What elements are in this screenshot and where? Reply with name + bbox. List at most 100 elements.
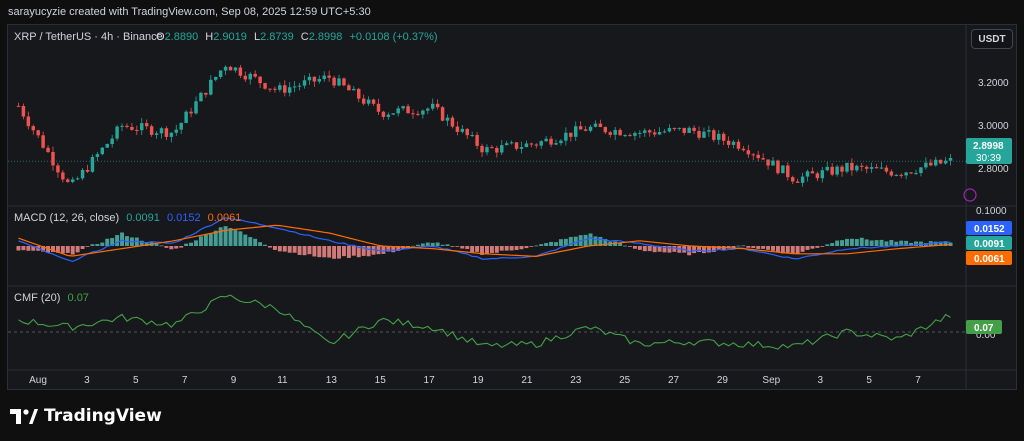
time-axis-label: Aug bbox=[29, 375, 47, 386]
macd-histogram-bar bbox=[509, 246, 514, 251]
macd-histogram-bar bbox=[489, 246, 494, 253]
candle-body bbox=[253, 73, 257, 77]
macd-histogram-bar bbox=[21, 246, 26, 251]
candle-body bbox=[312, 76, 317, 82]
macd-histogram-bar bbox=[484, 246, 489, 255]
candle-body bbox=[332, 77, 336, 86]
candle-body bbox=[440, 107, 445, 121]
candle-body bbox=[608, 132, 612, 135]
macd-histogram-bar bbox=[351, 246, 356, 256]
candle-body bbox=[292, 86, 297, 88]
macd-histogram-bar bbox=[317, 246, 322, 258]
time-axis[interactable]: Aug 3 5 7 9 11 13 15 17 19 21 23 25 27 29 Sep 3 5 7 bbox=[29, 375, 921, 386]
macd-histogram-bar bbox=[529, 246, 534, 247]
macd-histogram-bar bbox=[499, 246, 504, 251]
macd-histogram-bar bbox=[623, 245, 628, 247]
candle-body bbox=[524, 143, 529, 148]
macd-histogram-bar bbox=[16, 246, 21, 251]
candle-body bbox=[766, 159, 770, 166]
candle-body bbox=[475, 135, 479, 146]
candle-body bbox=[924, 162, 928, 168]
candle-body bbox=[721, 133, 726, 141]
candle-body bbox=[613, 129, 617, 135]
macd-histogram-bar bbox=[652, 246, 657, 253]
candle-body bbox=[238, 67, 243, 76]
candle-body bbox=[598, 123, 603, 128]
candle-body bbox=[549, 138, 553, 145]
currency-button[interactable]: USDT bbox=[971, 29, 1013, 49]
candle-body bbox=[85, 169, 90, 172]
macd-histogram-bar bbox=[849, 238, 854, 246]
candle-body bbox=[322, 75, 326, 80]
candle-body bbox=[588, 126, 593, 131]
macd-histogram-bar bbox=[70, 246, 75, 255]
candle-body bbox=[421, 110, 425, 115]
candle-body bbox=[800, 176, 805, 183]
candle-body bbox=[529, 143, 534, 145]
candle-body bbox=[504, 143, 509, 146]
candle-body bbox=[534, 144, 539, 146]
candle-body bbox=[500, 145, 504, 153]
macd-histogram-bar bbox=[445, 244, 450, 246]
candle-body bbox=[633, 132, 637, 136]
candle-body bbox=[411, 113, 415, 115]
candle-body bbox=[357, 88, 361, 99]
candle-body bbox=[140, 123, 144, 131]
macd-histogram-bar bbox=[60, 246, 65, 254]
candle-body bbox=[569, 132, 573, 137]
candle-body bbox=[539, 141, 543, 146]
candle-body bbox=[682, 127, 686, 133]
candle-body bbox=[376, 103, 381, 112]
candle-body bbox=[352, 88, 356, 91]
candle-body bbox=[366, 99, 371, 104]
cmf-legend[interactable]: CMF (20) 0.07 bbox=[14, 292, 89, 304]
candle-body bbox=[795, 181, 800, 183]
macd-histogram-bar bbox=[573, 236, 578, 246]
symbol-title[interactable]: XRP / TetherUS · 4h · Binance bbox=[14, 31, 163, 43]
candle-body bbox=[845, 162, 849, 172]
macd-histogram-bar bbox=[174, 246, 179, 249]
candle-body bbox=[199, 92, 203, 102]
candle-body bbox=[465, 128, 469, 136]
countdown-timer: 30:39 bbox=[976, 153, 1001, 164]
candle-body bbox=[159, 128, 164, 134]
signal-line bbox=[18, 224, 951, 258]
candle-body bbox=[948, 157, 953, 161]
chart-container[interactable]: XRP / TetherUS · 4h · Binance O2.8890 H2… bbox=[7, 24, 1017, 390]
macd-histogram-bar bbox=[90, 244, 95, 246]
macd-histogram-bar bbox=[268, 246, 272, 248]
macd-histogram-bar bbox=[692, 246, 697, 254]
macd-histogram-bar bbox=[233, 230, 238, 246]
candle-body bbox=[919, 167, 923, 174]
macd-histogram-bar bbox=[307, 246, 312, 255]
macd-histogram-bar bbox=[736, 245, 741, 247]
time-axis-label: 5 bbox=[866, 375, 872, 386]
macd-histogram-bar bbox=[756, 246, 761, 249]
macd-histogram-bar bbox=[549, 241, 554, 246]
candle-body bbox=[509, 142, 514, 144]
candle-body bbox=[855, 165, 859, 171]
chart-svg[interactable]: XRP / TetherUS · 4h · Binance O2.8890 H2… bbox=[8, 25, 1016, 389]
macd-histogram-bar bbox=[203, 234, 208, 246]
macd-histogram-bar bbox=[450, 246, 455, 247]
candle-body bbox=[741, 148, 746, 151]
candle-body bbox=[361, 98, 366, 104]
candle-body bbox=[317, 79, 322, 82]
macd-histogram-bar bbox=[864, 239, 869, 246]
candle-body bbox=[485, 147, 489, 153]
hist-value-text: 0.0091 bbox=[974, 239, 1005, 250]
macd-histogram-bar bbox=[302, 246, 307, 256]
candle-body bbox=[243, 75, 248, 80]
candle-body bbox=[218, 70, 223, 77]
macd-histogram-bar bbox=[346, 246, 351, 258]
macd-legend[interactable]: MACD (12, 26, close) 0.0091 0.0152 0.006… bbox=[14, 212, 241, 224]
time-axis-label: 3 bbox=[84, 375, 90, 386]
candle-body bbox=[307, 76, 312, 81]
macd-histogram-bar bbox=[341, 246, 346, 257]
macd-histogram-bar bbox=[771, 246, 775, 251]
candle-body bbox=[455, 126, 460, 132]
time-axis-label: 15 bbox=[375, 375, 387, 386]
candle-body bbox=[283, 85, 287, 93]
candle-body bbox=[51, 151, 55, 166]
candle-body bbox=[574, 126, 578, 137]
